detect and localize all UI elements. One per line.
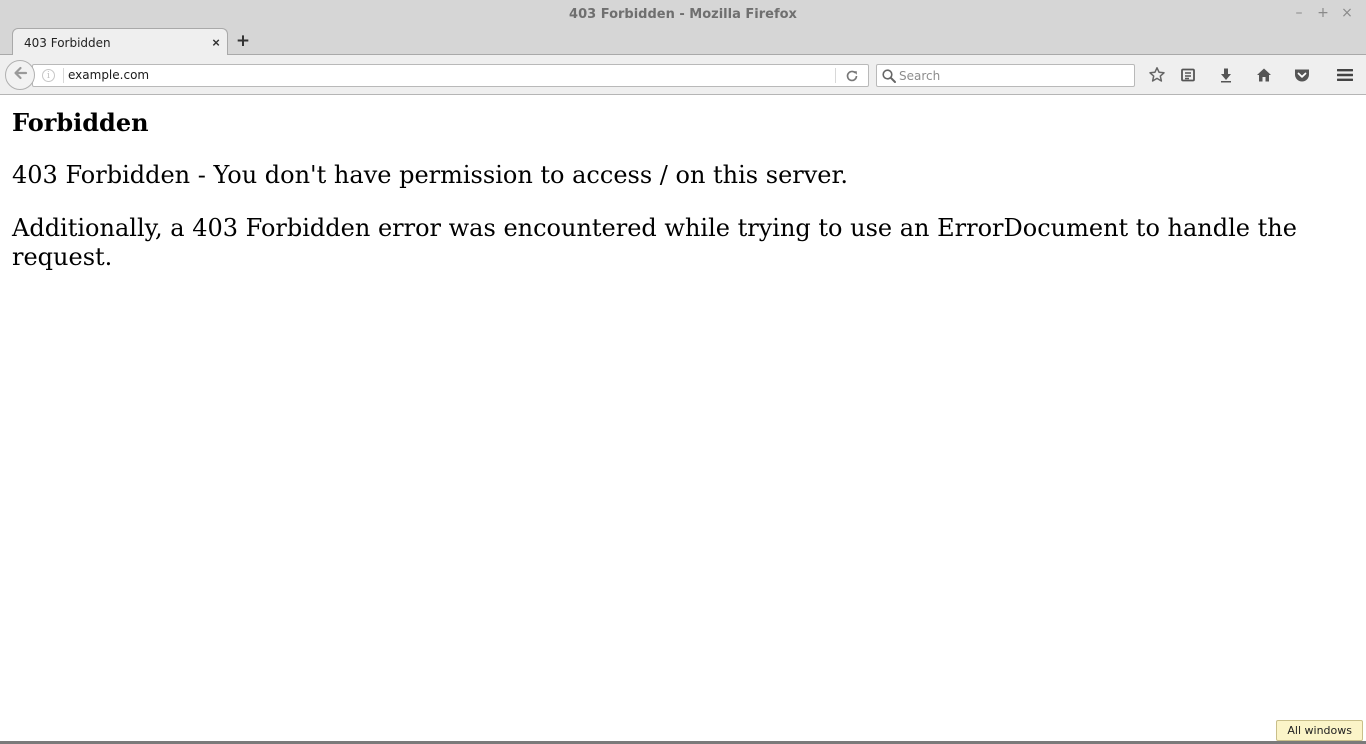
tab-strip: 403 Forbidden × + xyxy=(0,28,1366,56)
error-message: 403 Forbidden - You don't have permissio… xyxy=(12,161,848,189)
pocket-icon[interactable] xyxy=(1292,65,1312,85)
navigation-toolbar: i example.com xyxy=(0,55,1366,95)
search-bar[interactable] xyxy=(876,64,1135,87)
tab-403-forbidden[interactable]: 403 Forbidden × xyxy=(12,28,228,56)
page-heading: Forbidden xyxy=(12,108,149,137)
search-icon xyxy=(881,68,897,84)
new-tab-button[interactable]: + xyxy=(234,31,252,51)
tab-close-button[interactable]: × xyxy=(205,35,227,50)
reading-list-icon[interactable] xyxy=(1178,65,1198,85)
home-icon[interactable] xyxy=(1254,65,1274,85)
url-bar[interactable]: i example.com xyxy=(32,64,869,87)
download-icon[interactable] xyxy=(1216,65,1236,85)
back-arrow-icon xyxy=(12,65,28,86)
reload-icon[interactable] xyxy=(844,68,860,84)
page-content: Forbidden 403 Forbidden - You don't have… xyxy=(0,96,1366,742)
maximize-button[interactable]: + xyxy=(1314,4,1332,22)
all-windows-button[interactable]: All windows xyxy=(1276,720,1363,741)
tab-label: 403 Forbidden xyxy=(24,35,111,50)
bookmark-star-icon[interactable] xyxy=(1147,65,1167,85)
url-divider-right xyxy=(835,68,836,83)
search-input[interactable] xyxy=(899,67,1129,84)
back-button[interactable] xyxy=(5,60,35,90)
hamburger-menu-icon[interactable] xyxy=(1335,65,1355,85)
url-text[interactable]: example.com xyxy=(68,68,149,83)
error-detail: Additionally, a 403 Forbidden error was … xyxy=(12,214,1297,271)
url-divider xyxy=(63,68,64,83)
window-titlebar: 403 Forbidden - Mozilla Firefox – + × xyxy=(0,0,1366,28)
minimize-button[interactable]: – xyxy=(1290,4,1308,22)
close-window-button[interactable]: × xyxy=(1338,4,1356,22)
window-title: 403 Forbidden - Mozilla Firefox xyxy=(569,6,797,22)
info-icon[interactable]: i xyxy=(42,69,55,82)
window-controls: – + × xyxy=(1290,4,1356,22)
